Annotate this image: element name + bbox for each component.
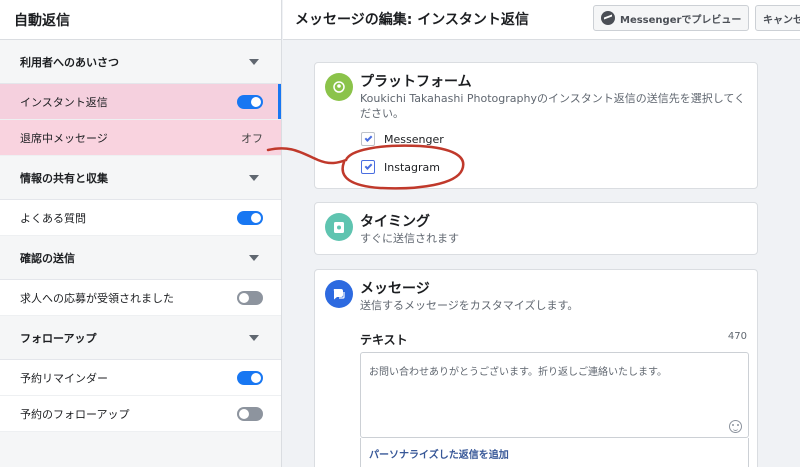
sidebar-item-label: 予約リマインダー <box>20 371 108 385</box>
chevron-down-icon <box>249 174 259 181</box>
sidebar-item-job-application[interactable]: 求人への応募が受領されました <box>0 280 281 316</box>
messenger-checkbox[interactable] <box>361 132 375 146</box>
message-icon <box>325 280 353 308</box>
platform-title: プラットフォーム <box>360 74 472 90</box>
section-follow-up[interactable]: フォローアップ <box>0 316 281 360</box>
sidebar-header: 自動返信 <box>0 0 281 40</box>
sidebar-item-appointment-reminder[interactable]: 予約リマインダー <box>0 360 281 396</box>
section-greeting[interactable]: 利用者へのあいさつ <box>0 40 281 84</box>
emoji-icon[interactable] <box>729 420 742 433</box>
message-title: メッセージ <box>360 281 430 297</box>
text-field-label: テキスト <box>360 333 408 347</box>
page-title: メッセージの編集: インスタント返信 <box>295 12 529 28</box>
sidebar-item-faq[interactable]: よくある質問 <box>0 200 281 236</box>
sidebar-item-label: 求人への応募が受領されました <box>20 291 174 305</box>
platform-card: プラットフォーム Koukichi Takahashi Photographyの… <box>314 62 758 189</box>
instagram-checkbox[interactable] <box>361 160 375 174</box>
message-card: メッセージ 送信するメッセージをカスタマイズします。 テキスト 470 お問い合… <box>314 269 758 467</box>
platform-description: Koukichi Takahashi Photographyのインスタント返信の… <box>360 92 746 120</box>
sidebar-title: 自動返信 <box>14 13 70 29</box>
section-label: 確認の送信 <box>20 251 75 265</box>
instant-reply-toggle[interactable] <box>237 94 263 109</box>
section-label: フォローアップ <box>20 331 97 345</box>
header-bar: メッセージの編集: インスタント返信 Messengerでプレビュー キャンセル <box>283 0 800 40</box>
chevron-down-icon <box>249 58 259 65</box>
section-label: 利用者へのあいさつ <box>20 55 119 69</box>
sidebar-item-away-message[interactable]: 退席中メッセージ オフ <box>0 120 281 156</box>
appointment-reminder-toggle[interactable] <box>237 370 263 385</box>
status-text: オフ <box>241 131 263 145</box>
timing-card: タイミング すぐに送信されます <box>314 202 758 255</box>
cancel-button[interactable]: キャンセル <box>755 5 800 31</box>
instagram-option[interactable]: Instagram <box>361 160 440 174</box>
section-confirmations[interactable]: 確認の送信 <box>0 236 281 280</box>
cancel-button-label: キャンセル <box>763 14 800 26</box>
sidebar: 自動返信 利用者へのあいさつ インスタント返信 退席中メッセージ オフ 情報の共… <box>0 0 282 467</box>
checkmark-icon <box>364 162 372 170</box>
instagram-label: Instagram <box>384 160 440 174</box>
checkmark-icon <box>364 134 372 142</box>
message-text-input[interactable]: お問い合わせありがとうございます。折り返しご連絡いたします。 <box>360 352 749 438</box>
messenger-label: Messenger <box>384 132 444 146</box>
character-count: 470 <box>727 331 747 342</box>
sidebar-item-label: よくある質問 <box>20 211 86 225</box>
timing-description: すぐに送信されます <box>360 232 459 245</box>
timing-title: タイミング <box>360 214 430 230</box>
add-personalization-link[interactable]: パーソナライズした返信を追加 <box>360 438 749 467</box>
appointment-follow-up-toggle[interactable] <box>237 406 263 421</box>
message-description: 送信するメッセージをカスタマイズします。 <box>360 299 579 312</box>
sidebar-item-label: インスタント返信 <box>20 95 108 109</box>
section-label: 情報の共有と収集 <box>20 171 108 185</box>
faq-toggle[interactable] <box>237 210 263 225</box>
messenger-icon <box>601 11 615 25</box>
job-application-toggle[interactable] <box>237 290 263 305</box>
sidebar-item-instant-reply[interactable]: インスタント返信 <box>0 84 281 120</box>
preview-button-label: Messengerでプレビュー <box>620 14 742 26</box>
sidebar-item-appointment-follow-up[interactable]: 予約のフォローアップ <box>0 396 281 432</box>
chevron-down-icon <box>249 254 259 261</box>
sidebar-item-label: 予約のフォローアップ <box>20 407 130 421</box>
preview-in-messenger-button[interactable]: Messengerでプレビュー <box>593 5 749 31</box>
message-text: お問い合わせありがとうございます。折り返しご連絡いたします。 <box>369 367 667 378</box>
chevron-down-icon <box>249 334 259 341</box>
sidebar-item-label: 退席中メッセージ <box>20 131 108 145</box>
timing-icon <box>325 213 353 241</box>
section-share-collect[interactable]: 情報の共有と収集 <box>0 156 281 200</box>
messenger-option[interactable]: Messenger <box>361 132 444 146</box>
platform-icon <box>325 73 353 101</box>
